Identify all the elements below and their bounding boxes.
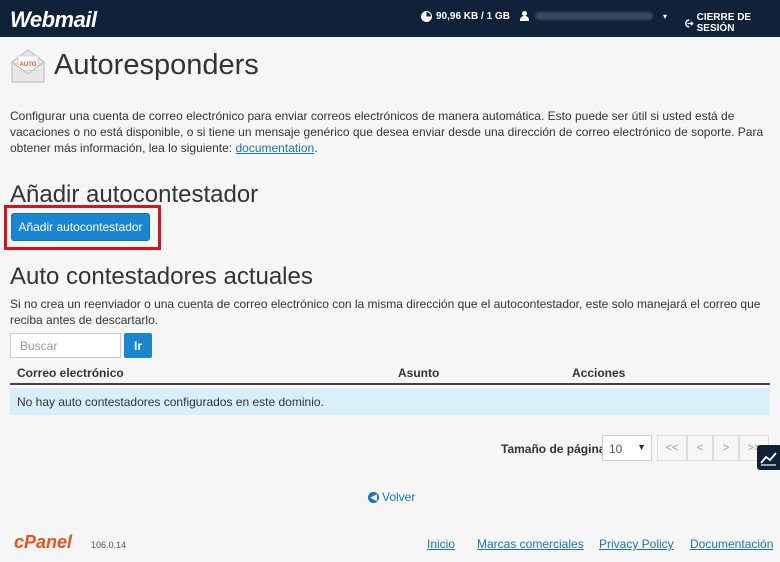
chevron-down-icon: ▼ xyxy=(637,442,646,452)
logout-button[interactable]: CIERRE DE SESIÓN xyxy=(684,12,780,34)
page-size-select[interactable]: 10 ▼ xyxy=(602,435,652,461)
table-header: Correo electrónico Asunto Acciones xyxy=(10,363,770,385)
chevron-down-icon: ▾ xyxy=(663,11,668,21)
back-link[interactable]: ◀ Volver xyxy=(368,490,415,504)
autoresponder-envelope-icon: AUTO xyxy=(11,49,45,83)
stats-side-button[interactable] xyxy=(757,445,780,470)
footer-link-home[interactable]: Inicio xyxy=(427,537,455,551)
user-icon xyxy=(520,11,529,21)
icon-label: AUTO xyxy=(20,62,37,68)
version-number: 106.0.14 xyxy=(91,540,127,550)
footer-link-privacy[interactable]: Privacy Policy xyxy=(599,537,674,551)
webmail-logo[interactable]: Webmail xyxy=(10,7,97,33)
first-page-button[interactable]: << xyxy=(657,435,687,461)
next-page-button[interactable]: > xyxy=(713,435,739,461)
back-label: Volver xyxy=(382,490,416,504)
prev-page-button[interactable]: < xyxy=(687,435,713,461)
empty-table-message: No hay auto contestadores configurados e… xyxy=(10,388,770,415)
column-email[interactable]: Correo electrónico xyxy=(17,366,124,380)
logout-icon xyxy=(685,18,694,28)
current-autoresponders-heading: Auto contestadores actuales xyxy=(10,263,313,290)
footer-link-trademarks[interactable]: Marcas comerciales xyxy=(477,537,584,551)
trend-chart-icon xyxy=(760,452,777,466)
pie-chart-icon xyxy=(421,11,432,22)
page-size-label: Tamaño de página xyxy=(501,442,606,456)
logout-label: CIERRE DE SESIÓN xyxy=(696,12,752,34)
search-go-button[interactable]: Ir xyxy=(124,333,152,358)
add-autoresponder-button[interactable]: Añadir autocontestador xyxy=(11,213,150,241)
arrow-left-circle-icon: ◀ xyxy=(368,491,379,503)
intro-end: . xyxy=(314,141,318,155)
user-menu[interactable]: ▾ xyxy=(520,11,667,21)
intro-text: Configurar una cuenta de correo electrón… xyxy=(10,108,770,156)
column-actions: Acciones xyxy=(572,366,626,380)
disk-usage-text: 90,96 KB / 1 GB xyxy=(436,11,510,22)
intro-body: Configurar una cuenta de correo electrón… xyxy=(10,109,764,155)
search-input[interactable] xyxy=(10,333,121,358)
documentation-link[interactable]: documentation xyxy=(235,141,314,155)
footer-link-documentation[interactable]: Documentación xyxy=(690,537,773,551)
cpanel-logo: cPanel xyxy=(14,532,73,552)
top-navbar: Webmail 90,96 KB / 1 GB ▾ CIERRE DE SESI… xyxy=(0,0,780,37)
disk-usage: 90,96 KB / 1 GB xyxy=(421,11,510,22)
user-email-redacted xyxy=(535,12,653,20)
forwarder-note: Si no crea un reenviador o una cuenta de… xyxy=(10,297,761,327)
page-size-value: 10 xyxy=(609,442,623,456)
page-title: Autoresponders xyxy=(54,49,259,81)
column-subject[interactable]: Asunto xyxy=(398,366,439,380)
